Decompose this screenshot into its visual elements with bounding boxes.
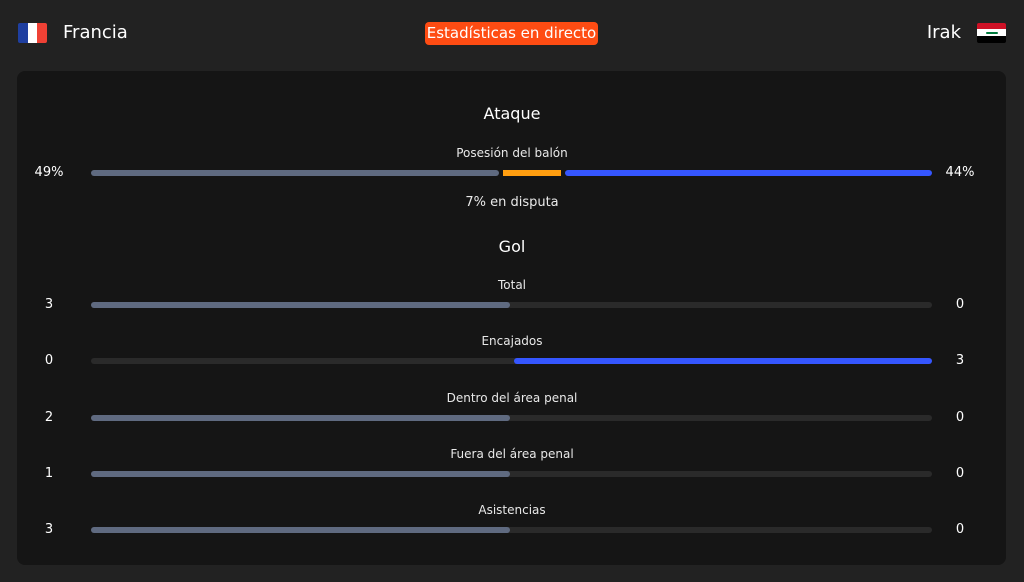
stat-home-value: 3 [44,297,54,312]
possession-contested-bar [503,170,562,176]
section-title-goals: Gol [498,237,526,256]
live-stats-badge: Estadísticas en directo [425,22,598,45]
stat-home-bar [91,302,510,308]
possession-home-bar [91,170,500,176]
possession-away-bar [565,170,932,176]
stat-label: Fuera del área penal [450,447,574,461]
away-team-name: Irak [926,22,961,43]
stat-home-value: 2 [44,410,54,425]
stat-home-value: 3 [44,522,54,537]
stat-home-value: 1 [44,466,54,481]
iraq-flag-icon [977,22,1006,43]
possession-home-value: 49% [34,165,64,180]
stat-home-bar [91,527,510,533]
france-flag-icon [18,22,47,43]
possession-dispute-text: 7% en disputa [465,195,559,210]
away-team[interactable]: Irak [927,22,1006,43]
stat-away-bar [514,358,932,364]
stat-away-value: 0 [955,466,965,481]
stat-home-bar [91,415,510,421]
stat-label: Encajados [481,334,543,348]
stat-away-value: 0 [955,522,965,537]
match-header: Francia Estadísticas en directo Irak [0,0,1024,66]
stat-away-value: 0 [955,297,965,312]
stat-label: Total [497,278,527,292]
stat-label: Dentro del área penal [446,391,578,405]
stat-label: Asistencias [478,503,546,517]
possession-away-value: 44% [945,165,975,180]
stat-home-value: 0 [44,353,54,368]
stat-home-bar [91,471,510,477]
stat-away-value: 3 [955,353,965,368]
home-team-name: Francia [63,22,128,43]
home-team[interactable]: Francia [18,22,128,43]
stat-away-value: 0 [955,410,965,425]
section-title-attack: Ataque [483,104,541,123]
stat-label-possession: Posesión del balón [456,146,568,160]
